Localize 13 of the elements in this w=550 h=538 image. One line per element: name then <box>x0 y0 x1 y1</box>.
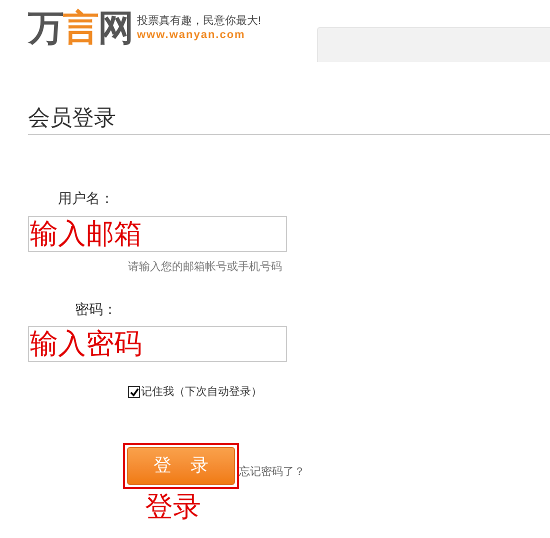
username-hint: 请输入您的邮箱帐号或手机号码 <box>128 261 282 273</box>
forgot-password-link[interactable]: 忘记密码了？ <box>239 464 305 480</box>
username-field[interactable]: 输入邮箱 <box>29 217 286 251</box>
remember-label: 记住我（下次自动登录） <box>141 385 262 400</box>
username-label: 用户名： <box>58 190 114 206</box>
site-logo[interactable]: 万言网 <box>28 6 133 50</box>
page-title: 会员登录 <box>28 104 117 132</box>
remember-checkbox[interactable] <box>128 386 140 398</box>
password-field[interactable]: 输入密码 <box>29 327 286 361</box>
site-url: www.wanyan.com <box>137 28 246 42</box>
slogan: 投票真有趣，民意你最大! <box>137 14 262 28</box>
annotation-text: 登录 <box>145 490 201 522</box>
password-label: 密码： <box>75 301 117 317</box>
